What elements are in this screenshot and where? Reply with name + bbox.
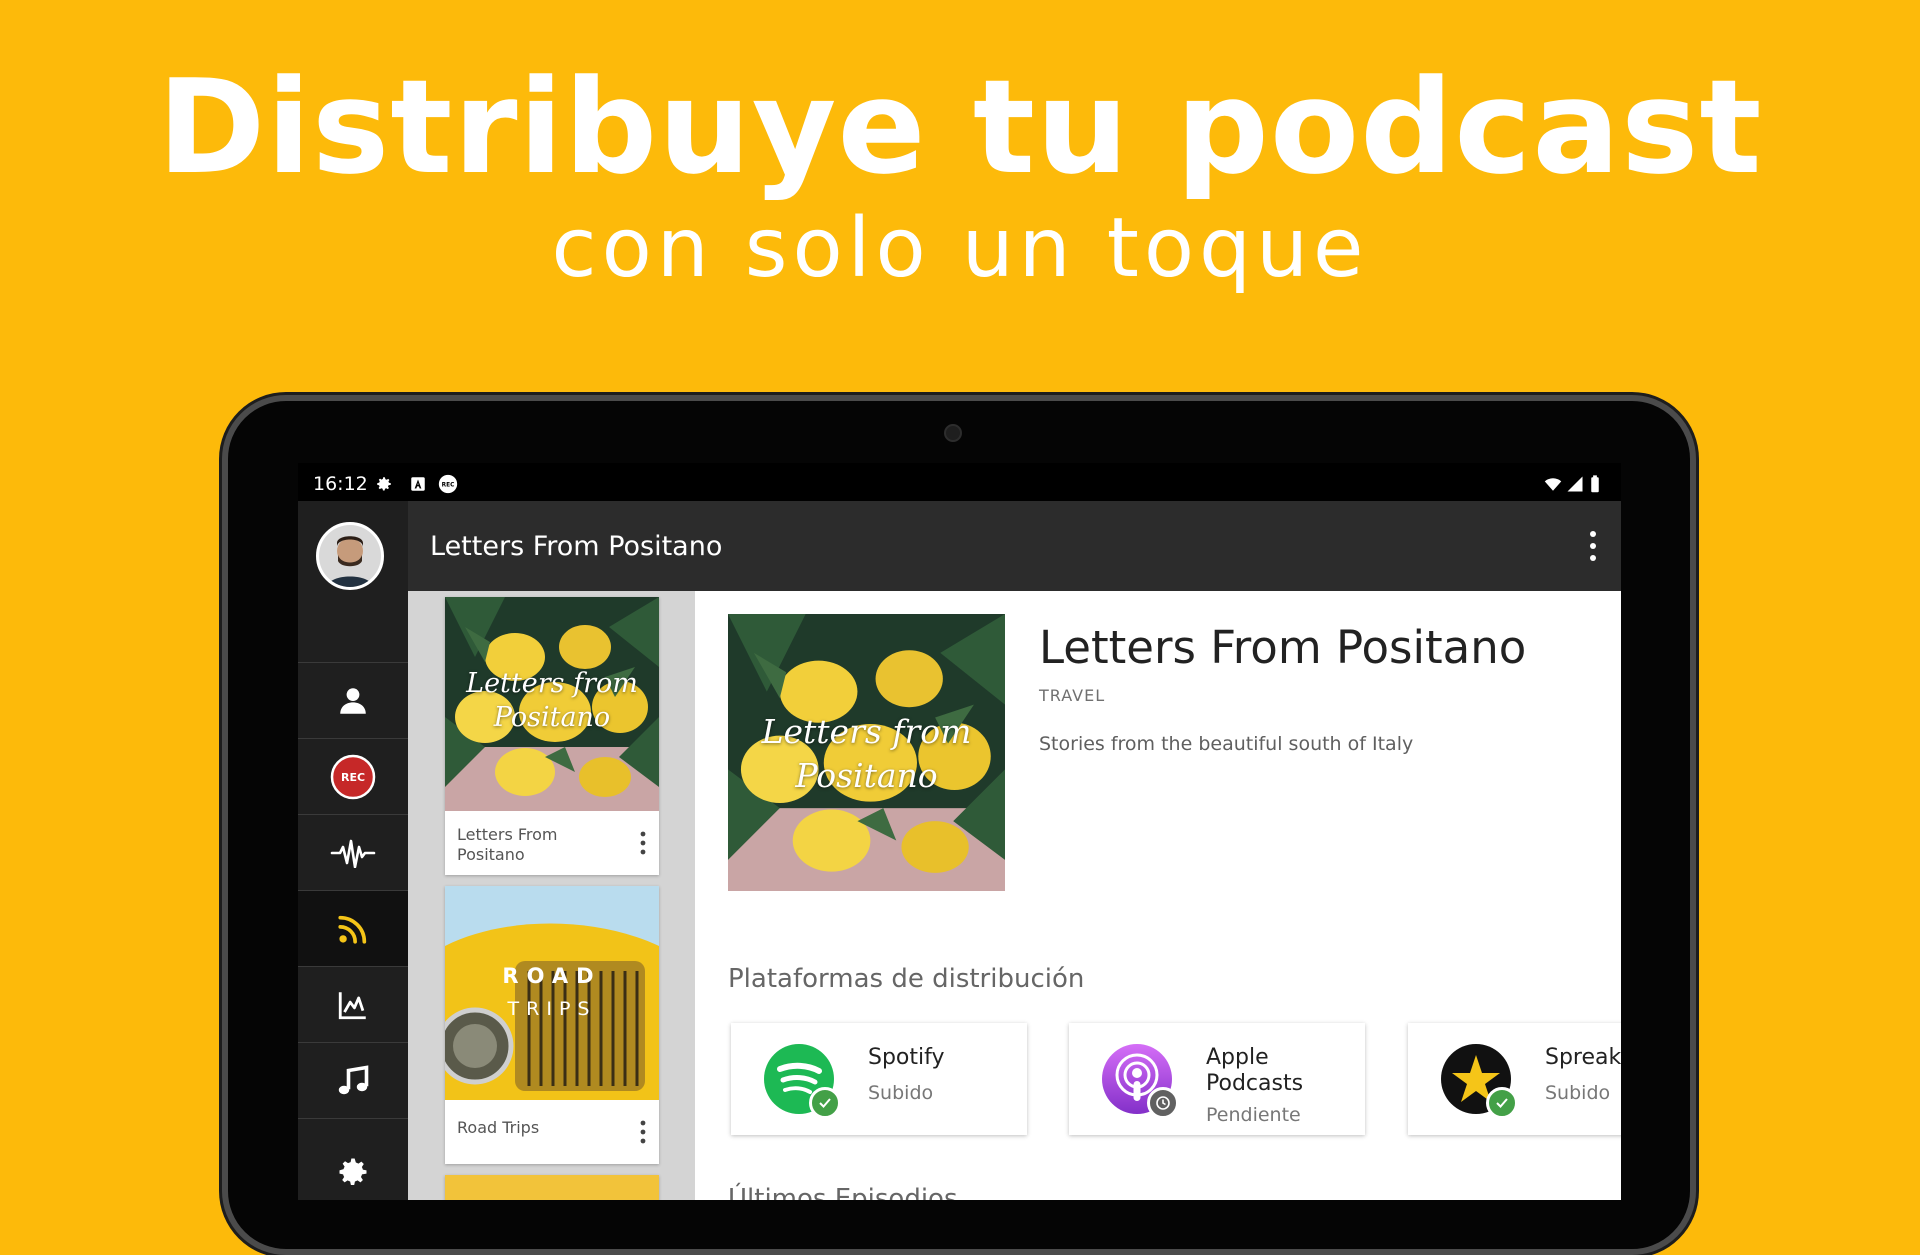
check-icon bbox=[819, 1098, 831, 1108]
podcast-detail: Letters from Positano Letters From Posit… bbox=[695, 591, 1621, 1200]
platform-card-spotify[interactable]: Spotify Subido bbox=[731, 1023, 1027, 1135]
gear-icon bbox=[377, 477, 391, 491]
platform-card-spreaker[interactable]: Spreaker Subido bbox=[1408, 1023, 1621, 1135]
platform-status: Subido bbox=[1545, 1082, 1611, 1104]
podcast-card-title: Road Trips bbox=[457, 1118, 540, 1137]
podcast-list: Letters from Positano Letters From Posit… bbox=[408, 591, 695, 1200]
status-done-badge bbox=[1486, 1087, 1518, 1119]
chart-icon bbox=[338, 991, 366, 1019]
podcast-card[interactable]: Letters from Positano Letters From Posit… bbox=[445, 597, 659, 875]
status-pending-badge bbox=[1147, 1087, 1179, 1119]
nav-rail: REC bbox=[298, 501, 408, 1200]
status-time: 16:12 bbox=[313, 473, 368, 495]
platform-name: Spreaker bbox=[1545, 1045, 1621, 1070]
rec-button-icon: REC bbox=[330, 754, 376, 799]
a-icon bbox=[411, 477, 425, 491]
person-icon bbox=[340, 687, 366, 714]
podcast-cover-large: Letters from Positano bbox=[728, 614, 1005, 891]
rail-item-profile[interactable] bbox=[298, 662, 408, 738]
app-window: REC Letters From Positano Letters from P… bbox=[298, 501, 1621, 1200]
cover-title: Letters from Positano bbox=[466, 668, 638, 733]
user-avatar[interactable] bbox=[316, 522, 384, 590]
rail-item-audio[interactable] bbox=[298, 814, 408, 890]
podcast-cover-lemons: Letters from Positano bbox=[445, 597, 659, 811]
platform-card-apple-podcasts[interactable]: Apple Podcasts Pendiente bbox=[1069, 1023, 1365, 1135]
rail-item-music[interactable] bbox=[298, 1042, 408, 1118]
podcast-description: Stories from the beautiful south of Ital… bbox=[1039, 733, 1414, 755]
cover-title: Letters from Positano bbox=[761, 712, 972, 795]
more-vert-icon[interactable] bbox=[1587, 529, 1599, 563]
podcast-cover-road-trips: ROAD TRIPS bbox=[445, 886, 659, 1100]
platform-name: Apple Podcasts bbox=[1206, 1045, 1304, 1096]
gear-icon bbox=[339, 1158, 367, 1185]
promo-subline: con solo un toque bbox=[551, 201, 1369, 296]
battery-icon bbox=[1591, 475, 1599, 493]
device-screen: 16:12 REC REC Letters From Positano Lett… bbox=[298, 463, 1621, 1200]
check-icon bbox=[1496, 1098, 1508, 1108]
rail-item-record[interactable]: REC bbox=[298, 738, 408, 814]
platform-name: Spotify bbox=[868, 1045, 945, 1070]
more-vert-icon[interactable] bbox=[639, 830, 647, 856]
platform-status: Subido bbox=[868, 1082, 934, 1104]
platform-status: Pendiente bbox=[1206, 1104, 1301, 1126]
rec-icon: REC bbox=[438, 474, 458, 494]
app-bar-title: Letters From Positano bbox=[430, 531, 723, 562]
podcast-category: TRAVEL bbox=[1039, 686, 1106, 705]
rail-item-distribution[interactable] bbox=[298, 890, 408, 966]
episodes-heading: Últimos Episodios bbox=[728, 1184, 958, 1200]
music-icon bbox=[338, 1064, 369, 1094]
podcast-title: Letters From Positano bbox=[1039, 621, 1527, 674]
rec-label: REC bbox=[341, 771, 365, 784]
waveform-icon bbox=[330, 839, 376, 868]
platforms-heading: Plataformas de distribución bbox=[728, 964, 1085, 994]
podcast-card[interactable]: ROAD TRIPS Road Trips bbox=[445, 886, 659, 1164]
status-bar: 16:12 REC bbox=[298, 463, 1621, 501]
cover-title-line1: ROAD bbox=[502, 964, 602, 988]
status-done-badge bbox=[809, 1087, 841, 1119]
signal-icon bbox=[1567, 476, 1583, 492]
rail-item-settings[interactable] bbox=[298, 1118, 408, 1194]
more-vert-icon[interactable] bbox=[639, 1119, 647, 1145]
cover-title-line2: TRIPS bbox=[507, 998, 597, 1020]
rec-icon-label: REC bbox=[442, 483, 455, 489]
avatar-photo bbox=[319, 525, 381, 587]
app-bar: Letters From Positano bbox=[408, 501, 1621, 591]
front-camera bbox=[944, 424, 962, 442]
podcast-card-title: Letters From Positano bbox=[457, 825, 558, 864]
clock-icon bbox=[1156, 1096, 1170, 1110]
rail-item-stats[interactable] bbox=[298, 966, 408, 1042]
podcast-card[interactable] bbox=[445, 1175, 659, 1200]
wifi-icon bbox=[1544, 478, 1562, 491]
promo-headline: Distribuye tu podcast bbox=[157, 51, 1763, 203]
rss-icon bbox=[338, 915, 367, 944]
